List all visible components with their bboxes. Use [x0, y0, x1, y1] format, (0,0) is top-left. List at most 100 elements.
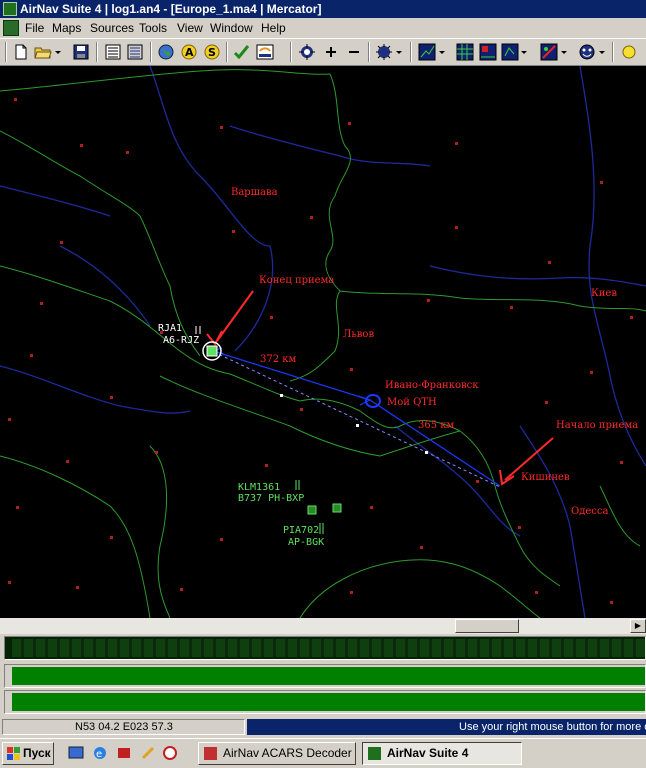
new-file-icon[interactable] [12, 43, 30, 61]
aircraft-pia702-reg: AP-BGK [288, 537, 324, 548]
zoom-in-icon[interactable] [322, 43, 340, 61]
label-distance-1: 372 км [260, 354, 297, 365]
status-hint: Use your right mouse button for more op [247, 719, 646, 735]
ticker-display [12, 639, 645, 657]
coordinates-text: N53 04.2 E023 57.3 [75, 721, 173, 733]
status-bar: N53 04.2 E023 57.3 Use your right mouse … [0, 718, 646, 736]
river-danube [0, 365, 191, 414]
label-start-reception: Начало приема [556, 420, 638, 431]
smiley-icon[interactable] [578, 43, 596, 61]
toolbar-separator [410, 42, 412, 62]
rss-icon[interactable] [256, 43, 274, 61]
toolbar-separator [290, 42, 292, 62]
toolbar-separator [368, 42, 370, 62]
toolbar-separator [226, 42, 228, 62]
globe-icon[interactable] [157, 43, 175, 61]
app-icon [3, 2, 17, 16]
quick-launch-media-icon[interactable] [162, 745, 178, 761]
dropdown-arrow-icon[interactable] [560, 43, 568, 61]
task-acars-decoder[interactable]: AirNav ACARS Decoder 2.1 [198, 742, 356, 765]
city-kiev: Киев [591, 288, 617, 299]
hint-text: Use your right mouse button for more op [459, 721, 646, 733]
track-blue [212, 350, 501, 487]
layer1-icon[interactable] [418, 43, 436, 61]
scroll-right-arrow-icon[interactable]: ▶ [630, 619, 646, 633]
menu-view[interactable]: View [177, 21, 203, 35]
tracks [210, 347, 501, 488]
city-odessa: Одесса [571, 506, 608, 517]
aircraft-pia702-leader [319, 523, 324, 534]
zoom-out-icon[interactable] [345, 43, 363, 61]
river-vistula [149, 66, 274, 352]
layer2-icon[interactable] [479, 43, 497, 61]
signal-level-bar-1 [4, 664, 646, 688]
aircraft-rja1-reg: A6-RJZ [163, 335, 199, 346]
sun-icon[interactable] [620, 43, 638, 61]
grid-icon[interactable] [456, 43, 474, 61]
river-pripyat [429, 265, 646, 287]
show-desktop-icon[interactable] [68, 745, 84, 761]
radar-icon[interactable] [375, 43, 393, 61]
s-circle-icon[interactable]: S [203, 43, 221, 61]
message-ticker-panel [4, 636, 646, 660]
signal-bar-fill [12, 667, 645, 685]
task-airnav-suite[interactable]: AirNav Suite 4 [362, 742, 522, 765]
dropdown-arrow-icon[interactable] [598, 43, 606, 61]
menu-help[interactable]: Help [261, 21, 286, 35]
save-icon[interactable] [72, 43, 90, 61]
map-view[interactable]: Варшава Львов Киев Ивано-Франковск Кишин… [0, 66, 646, 618]
border-cz [0, 265, 231, 375]
dropdown-arrow-icon[interactable] [520, 43, 528, 61]
track-point [425, 451, 428, 454]
airnav-app-icon [368, 747, 381, 760]
menu-maps[interactable]: Maps [52, 21, 81, 35]
toolbar-separator [5, 42, 7, 62]
layer3-icon[interactable] [501, 43, 519, 61]
aircraft-klm1361-icon[interactable] [307, 505, 317, 515]
border-hr [0, 455, 151, 618]
layer4-icon[interactable] [540, 43, 558, 61]
taskbar: Пуск e AirNav ACARS Decoder 2.1 AirNav S… [0, 738, 646, 768]
map-horizontal-scrollbar[interactable]: ▶ [0, 618, 646, 634]
aircraft-pia702-flight: PIA702 [283, 525, 319, 536]
dropdown-arrow-icon[interactable] [395, 43, 403, 61]
quick-launch-app-icon[interactable] [116, 745, 132, 761]
signal-bar-fill [12, 693, 645, 711]
aircraft-klm1361-flight: KLM1361 [238, 482, 280, 493]
city-chisinau: Кишинев [521, 472, 570, 483]
menu-tools[interactable]: Tools [139, 21, 167, 35]
menu-sources[interactable]: Sources [90, 21, 134, 35]
center-icon[interactable] [298, 43, 316, 61]
menu-file[interactable]: File [25, 21, 44, 35]
menu-bar: File Maps Sources Tools View Window Help [0, 18, 646, 38]
city-warsaw: Варшава [231, 187, 278, 198]
start-label: Пуск [23, 746, 51, 760]
document-icon[interactable] [3, 20, 19, 36]
list-icon[interactable] [104, 43, 122, 61]
open-folder-icon[interactable] [34, 43, 52, 61]
rivers [0, 66, 646, 618]
check-icon[interactable] [233, 43, 251, 61]
aircraft-pia702-icon[interactable] [332, 503, 342, 513]
border-ro-bg [299, 559, 541, 618]
label-my-qth: Мой QTH [387, 397, 437, 408]
a-circle-icon[interactable]: A [180, 43, 198, 61]
border-coast [0, 69, 331, 92]
dropdown-arrow-icon[interactable] [54, 43, 62, 61]
start-button[interactable]: Пуск [2, 742, 54, 765]
quick-launch-tool-icon[interactable] [140, 745, 156, 761]
task-airnav-label: AirNav Suite 4 [387, 746, 469, 760]
task-acars-label: AirNav ACARS Decoder 2.1 [223, 746, 355, 760]
toolbar: A S [0, 38, 646, 66]
city-lviv: Львов [343, 329, 374, 340]
dropdown-arrow-icon[interactable] [438, 43, 446, 61]
aircraft-klm1361-leader [295, 480, 300, 490]
aircraft-rja1-icon[interactable] [206, 345, 218, 357]
svg-text:e: e [96, 749, 102, 760]
internet-explorer-icon[interactable]: e [92, 745, 108, 761]
river-dnieper [579, 66, 646, 467]
list-alt-icon[interactable] [126, 43, 144, 61]
menu-window[interactable]: Window [210, 21, 253, 35]
scrollbar-thumb[interactable] [455, 619, 519, 633]
map-canvas[interactable]: Варшава Львов Киев Ивано-Франковск Кишин… [0, 66, 646, 618]
